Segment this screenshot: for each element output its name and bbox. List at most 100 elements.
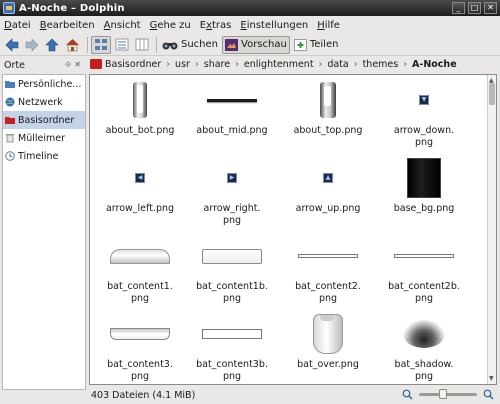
- split-view-icon: [293, 38, 307, 51]
- zoom-slider-handle[interactable]: [439, 389, 447, 399]
- file-thumbnail: [280, 79, 376, 121]
- up-button[interactable]: [43, 36, 61, 54]
- back-button[interactable]: [3, 36, 21, 54]
- file-item[interactable]: ▲ arrow_up.png: [280, 157, 376, 215]
- file-item[interactable]: bat_content2b. png: [376, 235, 472, 305]
- forward-button[interactable]: [23, 36, 41, 54]
- dolphin-app-icon: [3, 2, 15, 14]
- file-thumbnail: [184, 79, 280, 121]
- toolbar-separator: [156, 36, 157, 53]
- preview-label: Vorschau: [241, 39, 287, 50]
- folder-icon: [5, 81, 15, 88]
- file-thumbnail: [376, 235, 472, 277]
- file-item[interactable]: ▶ arrow_right. png: [184, 157, 280, 227]
- split-button[interactable]: Teilen: [292, 36, 341, 54]
- file-name: bat_content3b. png: [196, 359, 268, 382]
- home-icon: [66, 38, 79, 51]
- zoom-control: [402, 389, 494, 400]
- home-folder-icon: [90, 59, 102, 69]
- search-button[interactable]: Suchen: [160, 36, 220, 54]
- file-item[interactable]: ◀ arrow_left.png: [92, 157, 188, 215]
- zoom-slider[interactable]: [419, 389, 477, 399]
- file-name: about_bot.png: [105, 125, 175, 136]
- menu-hilfe[interactable]: Hilfe: [317, 20, 340, 31]
- file-item[interactable]: bat_content1b. png: [184, 235, 280, 305]
- place-item-network[interactable]: Netzwerk: [3, 93, 85, 111]
- breadcrumb-segment[interactable]: share: [204, 59, 230, 70]
- arrow-right-icon: [25, 37, 39, 52]
- file-item[interactable]: bat_content1. png: [92, 235, 188, 305]
- maximize-icon[interactable]: □: [468, 2, 481, 14]
- place-item-personal[interactable]: Persönliche...: [3, 75, 85, 93]
- file-item[interactable]: bat_content2. png: [280, 235, 376, 305]
- file-item[interactable]: about_top.png: [280, 79, 376, 137]
- menu-ansicht[interactable]: Ansicht: [104, 20, 141, 31]
- breadcrumb-separator-icon: ›: [318, 58, 323, 70]
- breadcrumb-segment[interactable]: data: [327, 59, 348, 70]
- close-icon[interactable]: ✕: [484, 2, 497, 14]
- breadcrumb-segment[interactable]: themes: [363, 59, 399, 70]
- file-item[interactable]: bat_content3. png: [92, 313, 188, 383]
- panel-controls-icon[interactable]: ⟐✕: [65, 60, 84, 70]
- icons-view-icon: [95, 39, 107, 50]
- file-name: arrow_left.png: [105, 203, 175, 214]
- file-item[interactable]: base_bg.png: [376, 157, 472, 215]
- place-label: Basisordner: [18, 114, 75, 126]
- menu-einstellungen[interactable]: Einstellungen: [240, 20, 308, 31]
- file-view[interactable]: about_bot.png about_mid.png about_top.png ▼…: [89, 74, 497, 385]
- place-item-home[interactable]: Basisordner: [3, 111, 85, 129]
- menu-bearbeiten[interactable]: Bearbeiten: [40, 20, 95, 31]
- file-thumbnail: [92, 235, 188, 277]
- file-thumbnail: [376, 157, 472, 199]
- file-thumbnail: ▶: [184, 157, 280, 199]
- menu-datei[interactable]: Datei: [4, 20, 31, 31]
- toolbar: Suchen Vorschau Teilen: [0, 34, 500, 56]
- icons-view-button[interactable]: [91, 35, 111, 54]
- breadcrumb-segment[interactable]: Basisordner: [105, 59, 161, 70]
- home-folder-icon: [5, 117, 15, 124]
- timeline-icon: [5, 151, 15, 161]
- places-title: Orte: [4, 59, 25, 71]
- breadcrumb-current[interactable]: A-Noche: [412, 59, 457, 70]
- file-item[interactable]: bat_shadow. png: [376, 313, 472, 383]
- zoom-in-icon[interactable]: [483, 389, 494, 400]
- breadcrumb-segment[interactable]: usr: [175, 59, 190, 70]
- trash-icon: [6, 134, 14, 143]
- minimize-icon[interactable]: _: [452, 2, 465, 14]
- place-label: Timeline: [18, 150, 59, 162]
- place-item-trash[interactable]: Mülleimer: [3, 129, 85, 147]
- file-item[interactable]: bat_over.png: [280, 313, 376, 371]
- file-thumbnail: [92, 313, 188, 355]
- split-label: Teilen: [309, 39, 339, 50]
- place-label: Persönliche...: [18, 78, 82, 90]
- scroll-thumb[interactable]: [489, 83, 495, 105]
- preview-button[interactable]: Vorschau: [222, 35, 290, 54]
- search-label: Suchen: [181, 39, 219, 50]
- zoom-out-icon[interactable]: [402, 389, 413, 400]
- file-item[interactable]: ▼ arrow_down. png: [376, 79, 472, 149]
- file-item[interactable]: about_mid.png: [184, 79, 280, 137]
- vertical-scrollbar[interactable]: ▲ ▼: [487, 75, 496, 384]
- home-button[interactable]: [63, 36, 82, 54]
- file-thumbnail: [184, 235, 280, 277]
- file-item[interactable]: about_bot.png: [92, 79, 188, 137]
- breadcrumb-separator-icon: ›: [235, 58, 239, 70]
- network-icon: [5, 97, 15, 107]
- file-name: bat_content1b. png: [196, 281, 268, 304]
- file-thumbnail: ▲: [280, 157, 376, 199]
- menu-extras[interactable]: Extras: [200, 20, 232, 31]
- menu-gehe-zu[interactable]: Gehe zu: [150, 20, 191, 31]
- breadcrumb-segment[interactable]: enlightenment: [244, 59, 314, 70]
- columns-view-button[interactable]: [133, 36, 151, 54]
- place-item-timeline[interactable]: Timeline: [3, 147, 85, 165]
- details-view-button[interactable]: [113, 36, 131, 54]
- scroll-down-icon[interactable]: ▼: [489, 375, 494, 382]
- file-thumbnail: ◀: [92, 157, 188, 199]
- file-name: arrow_right. png: [203, 203, 261, 226]
- status-text: 403 Dateien (4.1 MiB): [91, 389, 196, 401]
- file-name: arrow_down. png: [393, 125, 455, 148]
- file-thumbnail: [376, 313, 472, 355]
- file-name: bat_content3. png: [107, 359, 173, 382]
- file-item[interactable]: bat_content3b. png: [184, 313, 280, 383]
- place-label: Mülleimer: [18, 132, 65, 144]
